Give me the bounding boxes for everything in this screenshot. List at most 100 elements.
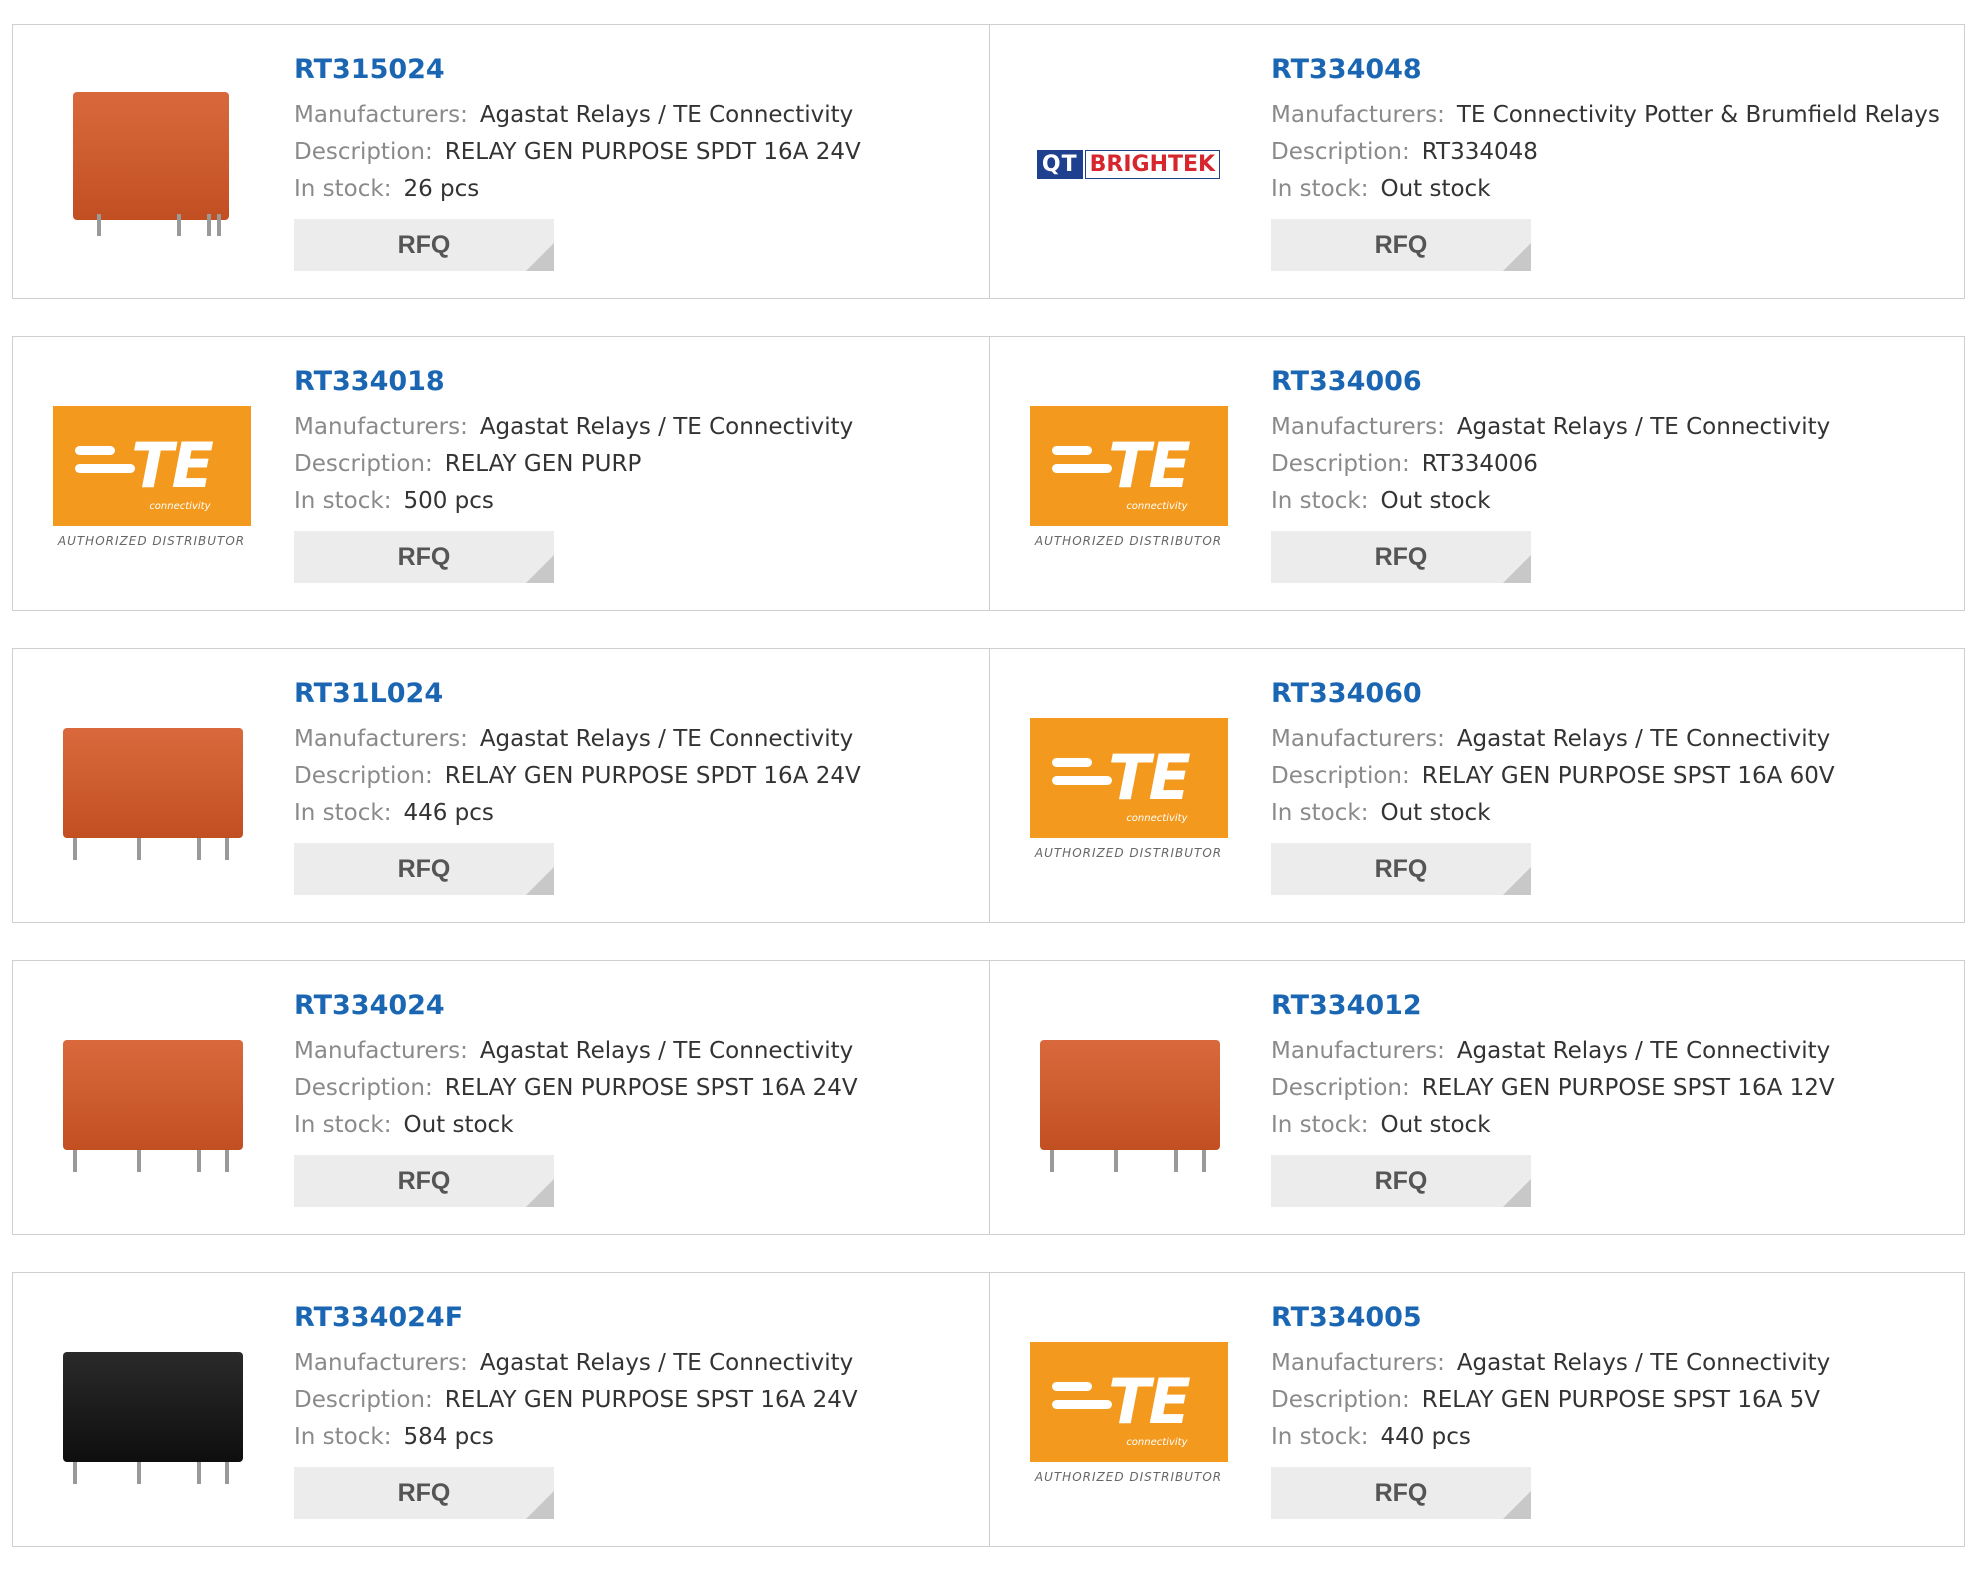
manufacturer-value: TE Connectivity Potter & Brumfield Relay… xyxy=(1456,102,1940,128)
relay-body xyxy=(62,1351,243,1462)
product-card: RT31L024 Manufacturers: Agastat Relays / … xyxy=(12,648,990,923)
description-row: Description: RELAY GEN PURPOSE SPST 16A 5… xyxy=(1271,1382,1954,1419)
part-number-link[interactable]: RT315024 xyxy=(294,53,979,87)
stock-row: In stock: 584 pcs xyxy=(294,1419,979,1456)
qt-mark: QT xyxy=(1036,150,1083,179)
product-image[interactable]: TE connectivity AUTHORIZED DISTRIBUTOR xyxy=(52,377,251,576)
relay-pin xyxy=(176,213,181,236)
stock-value: Out stock xyxy=(1380,800,1491,826)
relay-body xyxy=(62,727,243,838)
description-label: Description: xyxy=(1271,139,1410,165)
part-number-link[interactable]: RT334060 xyxy=(1271,677,1954,711)
part-number-link[interactable]: RT334005 xyxy=(1271,1301,1954,1335)
stock-label: In stock: xyxy=(1271,1424,1369,1450)
corner-triangle-icon xyxy=(526,555,554,583)
relay-pin xyxy=(1201,1149,1206,1172)
rfq-button[interactable]: RFQ xyxy=(294,1155,554,1207)
te-connectivity-logo: TE connectivity AUTHORIZED DISTRIBUTOR xyxy=(1029,405,1228,548)
rfq-label: RFQ xyxy=(397,1167,451,1195)
product-image[interactable] xyxy=(1029,1001,1228,1200)
rfq-button[interactable]: RFQ xyxy=(294,531,554,583)
relay-pin xyxy=(196,837,201,860)
product-card: TE connectivity AUTHORIZED DISTRIBUTOR RT3… xyxy=(12,336,990,611)
product-grid: RT315024 Manufacturers: Agastat Relays / … xyxy=(12,24,1965,1584)
brightek-mark: BRIGHTEK xyxy=(1084,150,1221,179)
product-info: RT31L024 Manufacturers: Agastat Relays / … xyxy=(294,677,979,895)
relay-pin xyxy=(216,213,221,236)
product-row: TE connectivity AUTHORIZED DISTRIBUTOR RT3… xyxy=(12,336,1965,611)
part-number-link[interactable]: RT334024F xyxy=(294,1301,979,1335)
rfq-button[interactable]: RFQ xyxy=(1271,219,1531,271)
part-number-link[interactable]: RT334012 xyxy=(1271,989,1954,1023)
description-row: Description: RELAY GEN PURPOSE SPST 16A 1… xyxy=(1271,1070,1954,1107)
description-label: Description: xyxy=(1271,1075,1410,1101)
corner-triangle-icon xyxy=(526,1491,554,1519)
stock-label: In stock: xyxy=(294,1112,392,1138)
description-label: Description: xyxy=(294,1075,433,1101)
product-image[interactable]: QT BRIGHTEK xyxy=(1029,65,1228,264)
stock-row: In stock: 500 pcs xyxy=(294,483,979,520)
stock-row: In stock: 440 pcs xyxy=(1271,1419,1954,1456)
rfq-button[interactable]: RFQ xyxy=(294,1467,554,1519)
stock-label: In stock: xyxy=(294,488,392,514)
relay-pin xyxy=(72,1461,77,1484)
rfq-button[interactable]: RFQ xyxy=(294,843,554,895)
te-bars-icon xyxy=(1051,757,1112,794)
te-connectivity-logo: TE connectivity AUTHORIZED DISTRIBUTOR xyxy=(1029,1341,1228,1484)
manufacturer-value: Agastat Relays / TE Connectivity xyxy=(479,1038,854,1064)
te-authorized-label: AUTHORIZED DISTRIBUTOR xyxy=(1034,845,1223,860)
description-row: Description: RELAY GEN PURPOSE SPST 16A 6… xyxy=(1271,758,1954,795)
product-info: RT334012 Manufacturers: Agastat Relays / … xyxy=(1271,989,1954,1207)
stock-label: In stock: xyxy=(294,1424,392,1450)
manufacturer-value: Agastat Relays / TE Connectivity xyxy=(479,1350,854,1376)
relay-pin xyxy=(196,1149,201,1172)
product-card: RT334012 Manufacturers: Agastat Relays / … xyxy=(990,960,1965,1235)
manufacturer-label: Manufacturers: xyxy=(1271,1038,1445,1064)
te-bars-icon xyxy=(1051,1381,1112,1418)
product-image[interactable]: TE connectivity AUTHORIZED DISTRIBUTOR xyxy=(1029,689,1228,888)
te-authorized-label: AUTHORIZED DISTRIBUTOR xyxy=(57,533,246,548)
product-card: TE connectivity AUTHORIZED DISTRIBUTOR RT3… xyxy=(990,1272,1965,1547)
corner-triangle-icon xyxy=(1503,555,1531,583)
description-value: RELAY GEN PURPOSE SPST 16A 24V xyxy=(444,1387,858,1413)
part-number-link[interactable]: RT334048 xyxy=(1271,53,1954,87)
stock-value: Out stock xyxy=(403,1112,514,1138)
relay-body xyxy=(1039,1039,1220,1150)
product-image[interactable] xyxy=(52,689,251,888)
te-mark: TE xyxy=(1108,741,1191,814)
product-image[interactable] xyxy=(52,1001,251,1200)
corner-triangle-icon xyxy=(1503,1491,1531,1519)
relay-pin xyxy=(136,1461,141,1484)
part-number-link[interactable]: RT334006 xyxy=(1271,365,1954,399)
rfq-button[interactable]: RFQ xyxy=(1271,843,1531,895)
product-info: RT315024 Manufacturers: Agastat Relays / … xyxy=(294,53,979,271)
rfq-button[interactable]: RFQ xyxy=(294,219,554,271)
part-number-link[interactable]: RT31L024 xyxy=(294,677,979,711)
stock-value: 500 pcs xyxy=(403,488,494,514)
manufacturer-label: Manufacturers: xyxy=(294,1038,468,1064)
rfq-button[interactable]: RFQ xyxy=(1271,1467,1531,1519)
product-card: TE connectivity AUTHORIZED DISTRIBUTOR RT3… xyxy=(990,648,1965,923)
part-number-link[interactable]: RT334024 xyxy=(294,989,979,1023)
product-image[interactable]: TE connectivity AUTHORIZED DISTRIBUTOR xyxy=(1029,1313,1228,1512)
manufacturer-row: Manufacturers: Agastat Relays / TE Connec… xyxy=(294,97,979,134)
product-row: RT334024 Manufacturers: Agastat Relays / … xyxy=(12,960,1965,1235)
description-row: Description: RELAY GEN PURPOSE SPDT 16A 2… xyxy=(294,758,979,795)
part-number-link[interactable]: RT334018 xyxy=(294,365,979,399)
rfq-button[interactable]: RFQ xyxy=(1271,1155,1531,1207)
orange-relay-icon xyxy=(1034,1026,1224,1176)
te-logo-box: TE connectivity xyxy=(1029,1341,1228,1462)
manufacturer-value: Agastat Relays / TE Connectivity xyxy=(479,102,854,128)
stock-row: In stock: Out stock xyxy=(1271,795,1954,832)
manufacturer-row: Manufacturers: Agastat Relays / TE Connec… xyxy=(294,1345,979,1382)
rfq-label: RFQ xyxy=(1374,231,1428,259)
product-image[interactable]: TE connectivity AUTHORIZED DISTRIBUTOR xyxy=(1029,377,1228,576)
rfq-label: RFQ xyxy=(397,1479,451,1507)
rfq-button[interactable]: RFQ xyxy=(1271,531,1531,583)
te-logo-box: TE connectivity xyxy=(1029,717,1228,838)
product-image[interactable] xyxy=(52,1313,251,1512)
stock-label: In stock: xyxy=(294,176,392,202)
manufacturer-label: Manufacturers: xyxy=(294,726,468,752)
product-image[interactable] xyxy=(52,65,251,264)
manufacturer-label: Manufacturers: xyxy=(1271,726,1445,752)
